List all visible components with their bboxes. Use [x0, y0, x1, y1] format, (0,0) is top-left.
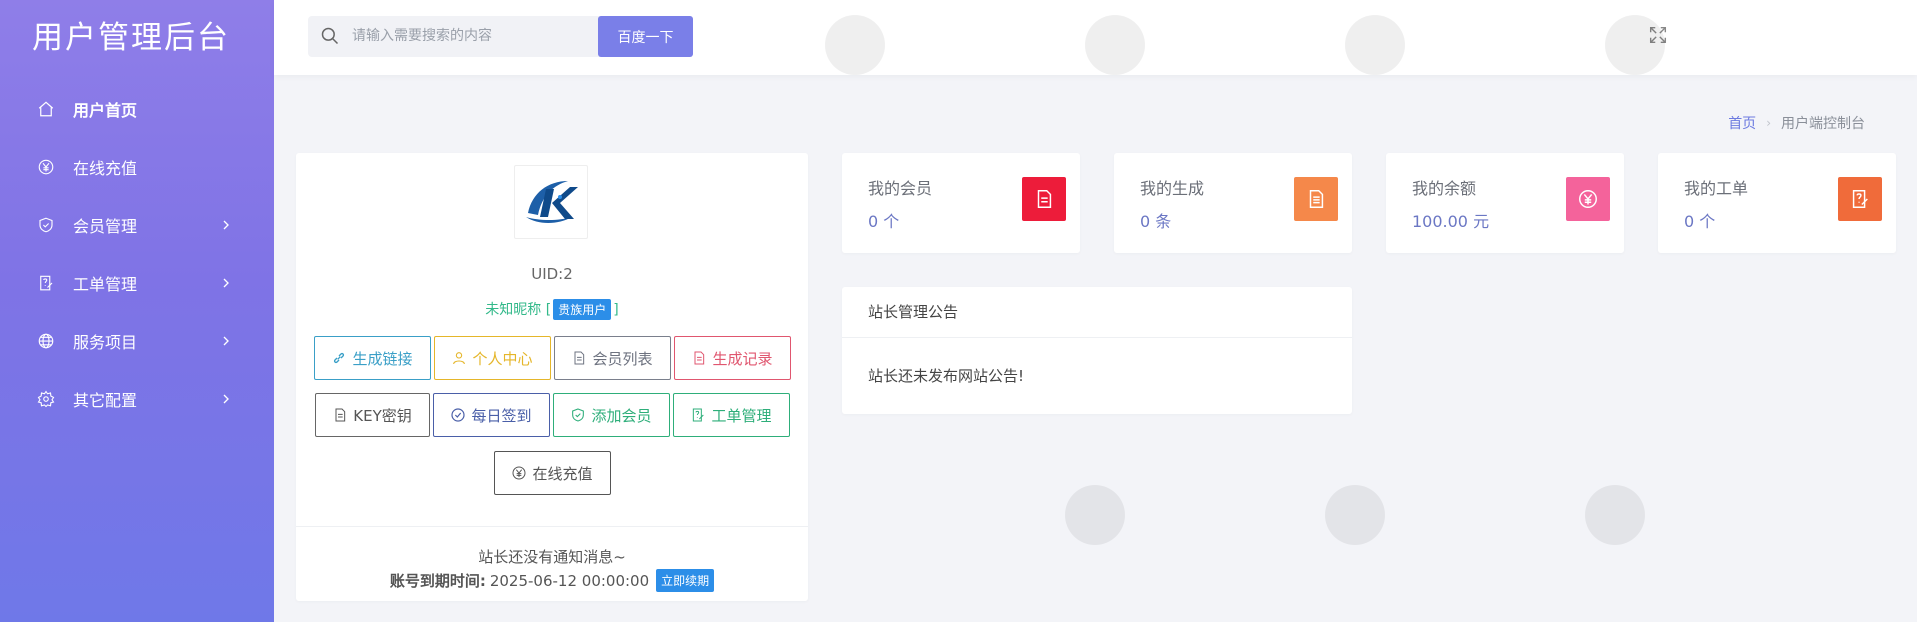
file-icon: [694, 351, 705, 365]
search-icon: [321, 27, 339, 45]
sidebar-item-home[interactable]: 用户首页: [0, 80, 274, 138]
shield-icon: [36, 215, 56, 235]
fullscreen-icon[interactable]: [1647, 24, 1669, 46]
check-circle-icon: [451, 408, 466, 422]
action-row-3: 在线充值: [296, 451, 808, 495]
expire-row: 账号到期时间: 2025-06-12 00:00:00 立即续期: [296, 569, 808, 592]
expire-label: 账号到期时间:: [389, 572, 486, 590]
announcement-card: 站长管理公告 站长还未发布网站公告!: [842, 287, 1352, 414]
topbar: 百度一下: [274, 0, 1917, 75]
chevron-right-icon: [223, 336, 229, 346]
stat-icon-box: [1022, 177, 1066, 221]
key-secret-button[interactable]: KEY密钥: [314, 393, 430, 437]
profile-card: UID:2 未知昵称 [贵族用户] 生成链接 个人中心 会员列表 生成记录 KE…: [296, 153, 808, 601]
sidebar-item-settings[interactable]: 其它配置: [0, 370, 274, 428]
stat-icon-box: [1566, 177, 1610, 221]
yen-icon: [512, 466, 526, 480]
search-box: 百度一下: [308, 16, 693, 57]
sidebar-item-tickets[interactable]: 工单管理: [0, 254, 274, 312]
stat-card-tickets: 我的工单 0 个: [1658, 153, 1896, 253]
sidebar-item-recharge[interactable]: 在线充值: [0, 138, 274, 196]
notice-text: 站长还没有通知消息~: [478, 548, 626, 566]
globe-icon: [36, 331, 56, 351]
divider: [842, 337, 1352, 338]
stat-value: 100.00 元: [1412, 212, 1490, 231]
stat-card-generated: 我的生成 0 条: [1114, 153, 1352, 253]
document-icon: [574, 351, 585, 365]
watermark-icon: [1325, 485, 1385, 545]
action-row-2: KEY密钥 每日签到 添加会员 工单管理: [296, 393, 808, 437]
search-input[interactable]: [352, 24, 552, 48]
stat-title: 我的余额: [1412, 179, 1477, 198]
divider: [296, 526, 808, 527]
renew-button[interactable]: 立即续期: [656, 569, 715, 592]
uid-label: UID:2: [531, 265, 573, 283]
sidebar-item-label: 其它配置: [73, 391, 138, 410]
sidebar-item-label: 会员管理: [73, 217, 138, 236]
ticket-icon: [36, 273, 56, 293]
yen-icon: [1579, 190, 1597, 208]
home-icon: [36, 99, 56, 119]
member-list-button[interactable]: 会员列表: [553, 336, 671, 380]
file-icon: [1037, 190, 1052, 208]
nickname: 未知昵称: [485, 302, 542, 318]
sidebar-item-label: 在线充值: [73, 159, 138, 178]
stat-value: 0 个: [868, 212, 900, 231]
sidebar-nav: 用户首页 在线充值 会员管理 工单管理 服务项目 其它配置: [0, 80, 274, 428]
daily-checkin-button[interactable]: 每日签到: [432, 393, 550, 437]
expire-value: 2025-06-12 00:00:00: [489, 571, 650, 590]
announcement-body: 站长还未发布网站公告!: [868, 367, 1025, 385]
stat-card-balance: 我的余额 100.00 元: [1386, 153, 1624, 253]
personal-center-button[interactable]: 个人中心: [433, 336, 551, 380]
breadcrumb-separator: ›: [1766, 116, 1771, 130]
brand-title: 用户管理后台: [32, 20, 230, 56]
shield-icon: [572, 408, 585, 422]
sidebar: 用户管理后台 用户首页 在线充值 会员管理 工单管理 服务项目 其它配置: [0, 0, 274, 622]
stat-icon-box: [1294, 177, 1338, 221]
nickname-row: 未知昵称 [贵族用户]: [296, 299, 808, 320]
chevron-right-icon: [223, 278, 229, 288]
sidebar-item-services[interactable]: 服务项目: [0, 312, 274, 370]
sidebar-item-label: 用户首页: [73, 101, 138, 120]
search-button[interactable]: 百度一下: [598, 16, 693, 57]
logo-icon: [526, 181, 578, 223]
link-icon: [334, 352, 345, 364]
bracket-left: [: [545, 302, 552, 318]
stat-value: 0 条: [1140, 212, 1172, 231]
bracket-right: ]: [613, 302, 619, 318]
file-icon: [335, 408, 346, 422]
user-icon: [453, 352, 466, 365]
sidebar-item-members[interactable]: 会员管理: [0, 196, 274, 254]
breadcrumb-current: 用户端控制台: [1781, 116, 1865, 132]
add-member-button[interactable]: 添加会员: [552, 393, 670, 437]
stat-icon-box: [1838, 177, 1882, 221]
watermark-icon: [1585, 485, 1645, 545]
role-badge: 贵族用户: [553, 299, 612, 320]
generate-link-button[interactable]: 生成链接: [313, 336, 431, 380]
avatar: [514, 165, 588, 239]
sidebar-item-label: 工单管理: [73, 275, 138, 294]
chevron-right-icon: [223, 220, 229, 230]
chevron-right-icon: [223, 394, 229, 404]
breadcrumb-home[interactable]: 首页: [1728, 113, 1756, 133]
stat-card-members: 我的会员 0 个: [842, 153, 1080, 253]
document-icon: [1309, 190, 1324, 208]
ticket-management-button[interactable]: 工单管理: [672, 393, 790, 437]
generation-record-button[interactable]: 生成记录: [673, 336, 791, 380]
ticket-icon: [693, 408, 705, 422]
yen-icon: [36, 157, 56, 177]
gear-icon: [36, 389, 56, 409]
online-recharge-button[interactable]: 在线充值: [493, 451, 611, 495]
watermark-icon: [1065, 485, 1125, 545]
action-row-1: 生成链接 个人中心 会员列表 生成记录: [296, 336, 808, 380]
edit-icon: [1852, 190, 1868, 208]
announcement-title: 站长管理公告: [868, 303, 959, 321]
breadcrumb: 首页 › 用户端控制台: [1728, 113, 1865, 133]
stat-value: 0 个: [1684, 212, 1716, 231]
stat-title: 我的会员: [868, 179, 933, 198]
stat-title: 我的工单: [1684, 179, 1749, 198]
sidebar-item-label: 服务项目: [73, 333, 138, 352]
stat-title: 我的生成: [1140, 179, 1205, 198]
